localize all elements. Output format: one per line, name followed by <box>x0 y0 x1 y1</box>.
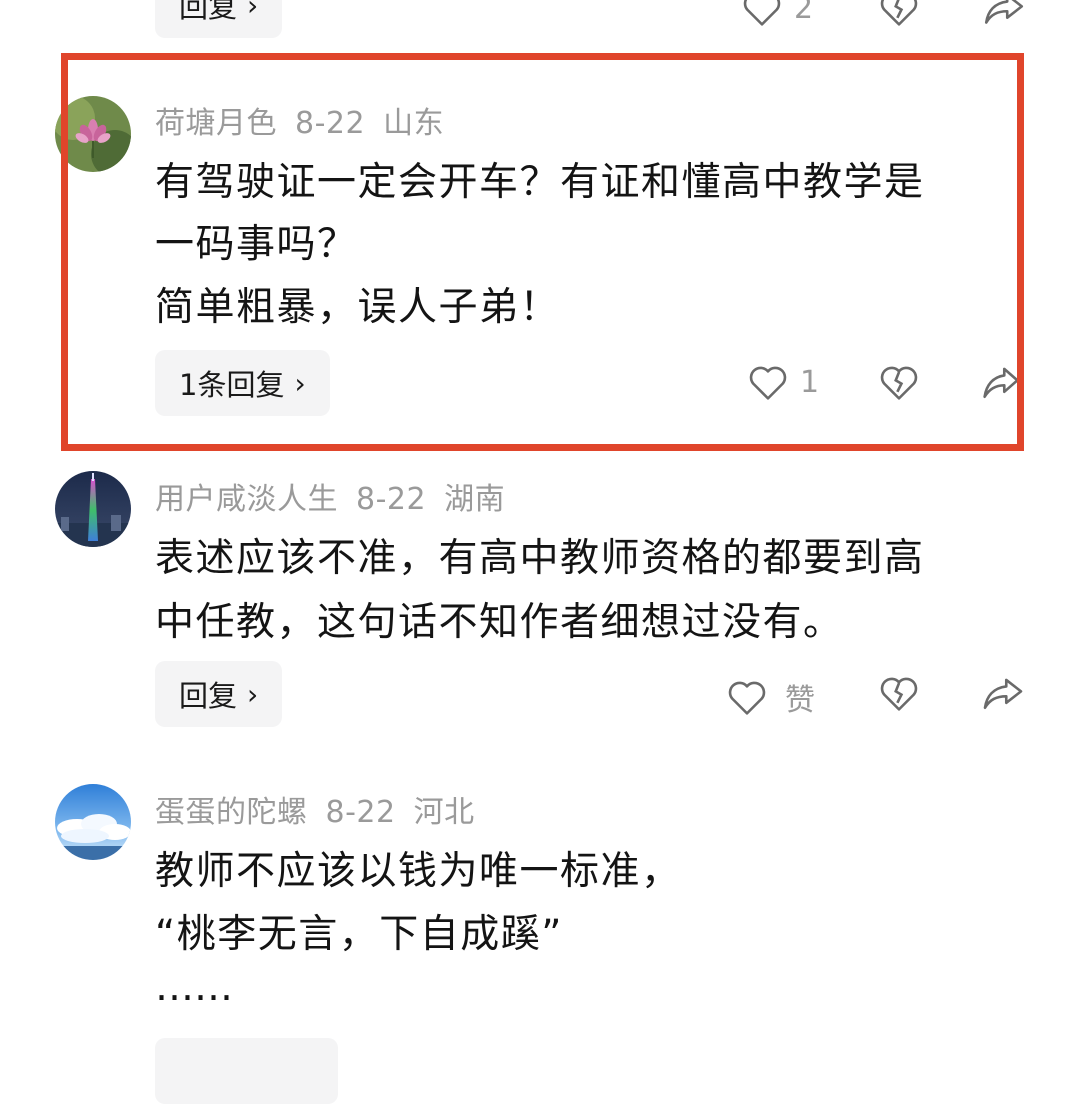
share-icon <box>983 678 1023 710</box>
replies-button[interactable] <box>155 1038 338 1104</box>
comment-location: 湖南 <box>444 482 506 517</box>
chevron-right-icon: › <box>294 366 306 400</box>
comment-text-line: 简单粗暴，误人子弟！ <box>155 285 561 330</box>
comment-location: 河北 <box>413 795 475 830</box>
broken-heart-icon <box>880 366 918 400</box>
reply-button[interactable]: 回复 › <box>155 661 283 727</box>
comment-meta: 荷塘月色 8-22 山东 <box>155 98 462 142</box>
chevron-right-icon: › <box>247 0 259 22</box>
comment-text-line: 有驾驶证一定会开车？有证和懂高中教学是 <box>155 160 925 205</box>
heart-icon <box>749 366 787 400</box>
comment-date: 8-22 <box>295 106 366 141</box>
broken-heart-icon <box>880 0 918 26</box>
dislike-button[interactable] <box>879 0 919 26</box>
heart-icon <box>728 681 766 715</box>
reply-button-label: 回复 <box>179 0 238 24</box>
lotus-avatar-image <box>55 96 131 172</box>
share-button[interactable] <box>983 0 1025 26</box>
dislike-button[interactable] <box>879 364 919 400</box>
like-button[interactable]: 1 <box>748 364 819 400</box>
chevron-right-icon: › <box>247 677 259 711</box>
comment-text-line: 表述应该不准，有高中教师资格的都要到高 <box>155 536 925 581</box>
replies-button[interactable]: 1条回复 › <box>155 350 330 416</box>
like-count: 1 <box>800 364 820 400</box>
username[interactable]: 蛋蛋的陀螺 <box>155 795 308 830</box>
reply-button-label: 1条回复 <box>179 368 285 402</box>
share-button[interactable] <box>983 675 1023 711</box>
sky-avatar-image <box>55 784 131 860</box>
comment-text-line: 一码事吗？ <box>155 222 358 267</box>
avatar[interactable] <box>55 471 131 547</box>
share-icon <box>983 367 1019 399</box>
username[interactable]: 荷塘月色 <box>155 106 277 141</box>
like-label: 赞 <box>785 683 815 718</box>
broken-heart-icon <box>880 677 918 711</box>
reply-button[interactable]: 回复 › <box>155 0 283 38</box>
share-icon <box>984 0 1024 24</box>
share-button[interactable] <box>983 364 1019 400</box>
reply-button-label: 回复 <box>179 679 238 713</box>
comment-text-line: “桃李无言，下自成蹊” <box>155 912 563 957</box>
comment-meta: 蛋蛋的陀螺 8-22 河北 <box>155 787 493 831</box>
comment-text-line: …… <box>155 965 233 1010</box>
comment-text-line: 中任教，这句话不知作者细想过没有。 <box>155 600 844 645</box>
like-button[interactable]: 2 <box>742 0 813 26</box>
city-tower-avatar-image <box>55 471 131 547</box>
comment-date: 8-22 <box>325 795 396 830</box>
comment-date: 8-22 <box>356 482 427 517</box>
comment-location: 山东 <box>383 106 445 141</box>
heart-icon <box>743 0 781 26</box>
comment-text-line: 教师不应该以钱为唯一标准， <box>155 849 682 894</box>
dislike-button[interactable] <box>879 675 919 711</box>
avatar[interactable] <box>55 784 131 860</box>
like-button[interactable]: 赞 <box>727 675 815 719</box>
like-count: 2 <box>794 0 814 26</box>
comment-meta: 用户咸淡人生 8-22 湖南 <box>155 474 523 518</box>
avatar[interactable] <box>55 96 131 172</box>
username[interactable]: 用户咸淡人生 <box>155 482 338 517</box>
